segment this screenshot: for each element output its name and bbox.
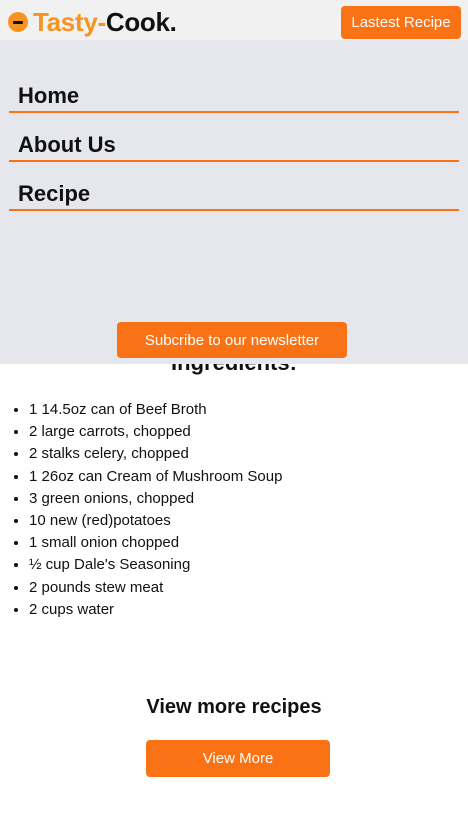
latest-recipe-button[interactable]: Lastest Recipe <box>341 6 461 39</box>
nav-item-label: About Us <box>18 132 116 157</box>
list-item: 10 new (red)potatoes <box>29 510 282 532</box>
list-item: ½ cup Dale's Seasoning <box>29 554 282 576</box>
nav-item-label: Home <box>18 83 80 108</box>
nav-item-home[interactable]: Home <box>9 64 459 113</box>
view-more-title: View more recipes <box>146 696 322 718</box>
list-item: 1 14.5oz can of Beef Broth <box>29 399 282 421</box>
list-item: 2 stalks celery, chopped <box>29 443 282 465</box>
list-item: 2 large carrots, chopped <box>29 421 282 443</box>
ingredients-title: Ingredients: <box>0 364 468 378</box>
subscribe-button[interactable]: Subcribe to our newsletter <box>117 322 347 358</box>
list-item: 1 small onion chopped <box>29 532 282 554</box>
nav-item-about-us[interactable]: About Us <box>9 113 459 162</box>
list-item: 2 pounds stew meat <box>29 577 282 599</box>
logo-cook: Cook. <box>105 7 177 37</box>
logo-tasty: Tasty- <box>33 7 106 37</box>
list-item: 3 green onions, chopped <box>29 488 282 510</box>
logo-text: Tasty-Cook. <box>33 6 177 38</box>
header: Tasty-Cook. Lastest Recipe <box>0 0 468 40</box>
list-item: 2 cups water <box>29 599 282 621</box>
nav-item-recipe[interactable]: Recipe <box>9 162 459 211</box>
list-item: 1 26oz can Cream of Mushroom Soup <box>29 466 282 488</box>
view-more-button[interactable]: View More <box>146 740 330 777</box>
nav-menu: Home About Us Recipe Subcribe to our new… <box>0 40 468 364</box>
ingredients-list: 1 14.5oz can of Beef Broth 2 large carro… <box>29 399 282 621</box>
nav-item-label: Recipe <box>18 181 91 206</box>
minus-circle-icon <box>8 12 28 32</box>
logo[interactable]: Tasty-Cook. <box>8 6 177 38</box>
main-content: Ingredients: 1 14.5oz can of Beef Broth … <box>0 364 468 817</box>
